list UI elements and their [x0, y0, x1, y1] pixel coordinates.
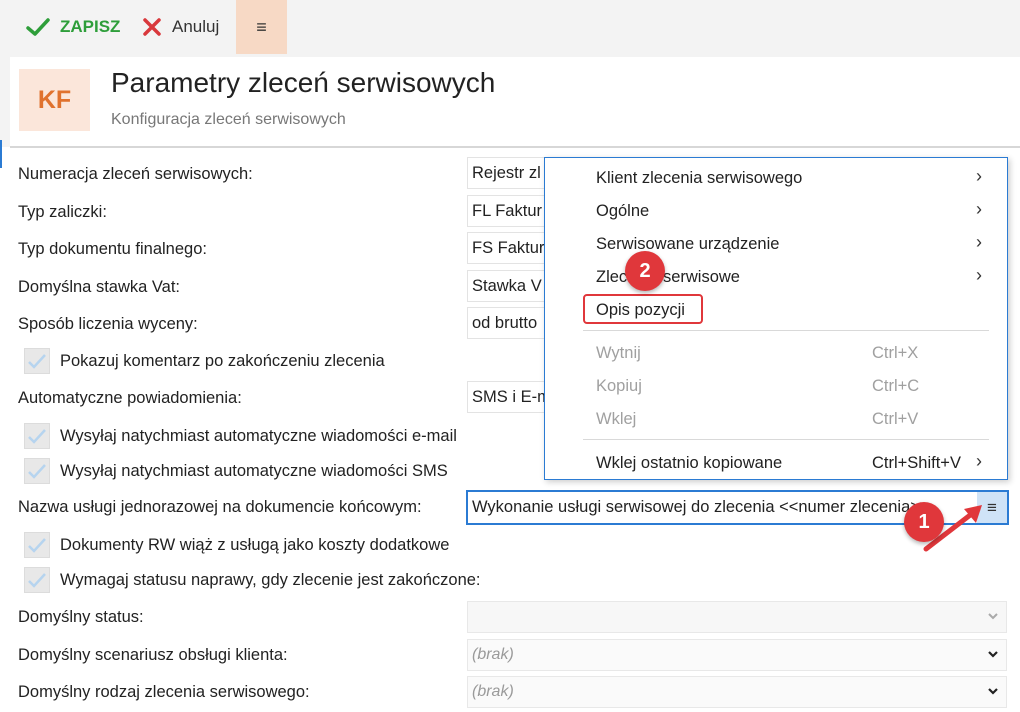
- sms-checkbox-row[interactable]: Wysyłaj natychmiast automatyczne wiadomo…: [24, 456, 448, 486]
- annotation-step-1: 1: [904, 502, 944, 542]
- hamburger-menu-button[interactable]: ≡: [236, 0, 287, 54]
- sposob-wyceny-label: Sposób liczenia wyceny:: [18, 315, 198, 333]
- rodzaj-zlecenia-select[interactable]: (brak): [467, 676, 1007, 708]
- domyslny-status-label: Domyślny status:: [18, 608, 144, 626]
- scenariusz-value: (brak): [472, 646, 514, 663]
- menu-item-opis-pozycji[interactable]: Opis pozycji: [596, 301, 685, 320]
- hamburger-icon: ≡: [256, 16, 267, 37]
- menu-item-zlecenie[interactable]: Zlecenie serwisowe: [596, 268, 740, 287]
- page-header: KF Parametry zleceń serwisowych Konfigur…: [0, 54, 1020, 148]
- module-badge: KF: [19, 69, 90, 131]
- rw-checkbox-label: Dokumenty RW wiąż z usługą jako koszty d…: [60, 535, 450, 554]
- annotation-step-2: 2: [625, 251, 665, 291]
- sms-checkbox-label: Wysyłaj natychmiast automatyczne wiadomo…: [60, 461, 448, 480]
- menu-separator: [583, 330, 989, 331]
- chevron-down-icon: [988, 688, 998, 695]
- chevron-down-icon: [988, 613, 998, 620]
- nazwa-uslugi-label: Nazwa usługi jednorazowej na dokumencie …: [18, 498, 422, 516]
- sms-checkbox[interactable]: [24, 458, 50, 484]
- menu-item-wytnij[interactable]: Wytnij: [596, 344, 641, 363]
- shortcut-kopiuj: Ctrl+C: [872, 377, 920, 395]
- typ-zaliczki-label: Typ zaliczki:: [18, 203, 107, 221]
- chevron-down-icon: [988, 651, 998, 658]
- status-checkbox-label: Wymagaj statusu naprawy, gdy zlecenie je…: [60, 570, 481, 589]
- menu-separator: [583, 439, 989, 440]
- menu-item-klient[interactable]: Klient zlecenia serwisowego: [596, 169, 802, 188]
- stawka-vat-label: Domyślna stawka Vat:: [18, 278, 181, 296]
- shortcut-wytnij: Ctrl+X: [872, 344, 919, 362]
- typ-dokumentu-label: Typ dokumentu finalnego:: [18, 240, 207, 258]
- toolbar: ZAPISZ Anuluj ≡: [0, 0, 1020, 54]
- rw-checkbox[interactable]: [24, 532, 50, 558]
- header-card: KF Parametry zleceń serwisowych Konfigur…: [10, 57, 1020, 148]
- shortcut-wklej: Ctrl+V: [872, 410, 919, 428]
- page-title: Parametry zleceń serwisowych: [111, 67, 496, 98]
- check-icon: [28, 464, 46, 479]
- komentarz-checkbox-label: Pokazuj komentarz po zakończeniu zleceni…: [60, 351, 385, 370]
- menu-item-wklej-ostatnio[interactable]: Wklej ostatnio kopiowane: [596, 454, 782, 473]
- menu-item-ogolne[interactable]: Ogólne: [596, 202, 649, 221]
- menu-item-kopiuj[interactable]: Kopiuj: [596, 377, 642, 396]
- check-icon: [28, 573, 46, 588]
- menu-item-urzadzenie[interactable]: Serwisowane urządzenie: [596, 235, 779, 254]
- submenu-arrow-icon: ›: [976, 199, 982, 219]
- status-checkbox-row[interactable]: Wymagaj statusu naprawy, gdy zlecenie je…: [24, 565, 481, 595]
- submenu-arrow-icon: ›: [976, 265, 982, 285]
- close-icon: [143, 18, 161, 36]
- numeracja-label: Numeracja zleceń serwisowych:: [18, 165, 253, 183]
- domyslny-status-select[interactable]: [467, 601, 1007, 633]
- check-icon: [28, 354, 46, 369]
- scenariusz-select[interactable]: (brak): [467, 639, 1007, 671]
- check-icon: [28, 538, 46, 553]
- menu-item-wklej[interactable]: Wklej: [596, 410, 636, 429]
- save-button[interactable]: ZAPISZ: [26, 0, 120, 54]
- rodzaj-zlecenia-label: Domyślny rodzaj zlecenia serwisowego:: [18, 683, 310, 701]
- submenu-arrow-icon: ›: [976, 451, 982, 471]
- email-checkbox-label: Wysyłaj natychmiast automatyczne wiadomo…: [60, 426, 457, 445]
- komentarz-checkbox-row[interactable]: Pokazuj komentarz po zakończeniu zleceni…: [24, 346, 385, 376]
- rw-checkbox-row[interactable]: Dokumenty RW wiąż z usługą jako koszty d…: [24, 530, 449, 560]
- status-checkbox[interactable]: [24, 567, 50, 593]
- cancel-button[interactable]: Anuluj: [142, 0, 219, 54]
- cancel-label: Anuluj: [172, 17, 220, 36]
- check-icon: [28, 429, 46, 444]
- powiadomienia-label: Automatyczne powiadomienia:: [18, 389, 242, 407]
- komentarz-checkbox[interactable]: [24, 348, 50, 374]
- page-subtitle: Konfiguracja zleceń serwisowych: [111, 111, 346, 128]
- submenu-arrow-icon: ›: [976, 232, 982, 252]
- rodzaj-zlecenia-value: (brak): [472, 683, 514, 700]
- focus-accent-bar: [0, 140, 2, 168]
- shortcut-wklej-ostatnio: Ctrl+Shift+V: [872, 454, 961, 472]
- context-menu: Klient zlecenia serwisowego › Ogólne › S…: [544, 157, 1008, 480]
- submenu-arrow-icon: ›: [976, 166, 982, 186]
- save-label: ZAPISZ: [60, 17, 121, 36]
- scenariusz-label: Domyślny scenariusz obsługi klienta:: [18, 646, 288, 664]
- email-checkbox[interactable]: [24, 423, 50, 449]
- email-checkbox-row[interactable]: Wysyłaj natychmiast automatyczne wiadomo…: [24, 421, 457, 451]
- checkmark-icon: [26, 18, 50, 36]
